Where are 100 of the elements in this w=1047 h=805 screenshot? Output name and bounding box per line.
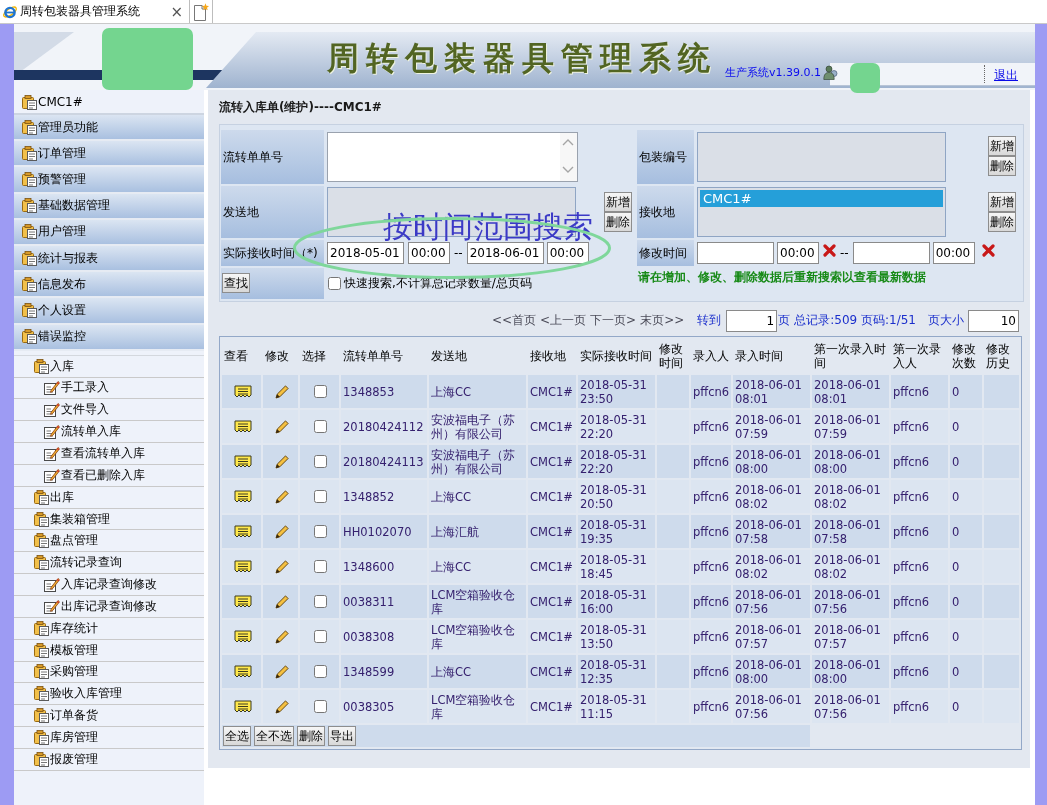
package-number-field[interactable] [697,132,946,182]
note-icon[interactable] [233,490,252,503]
menu-category[interactable]: 信息发布 [14,272,204,299]
time-input[interactable]: 00:00 [777,242,819,264]
menu-item[interactable]: 盘点管理 [14,530,204,553]
table-action-button[interactable]: 导出 [328,726,356,746]
note-icon[interactable] [233,560,252,573]
table-cell: 0 [950,515,982,548]
row-checkbox[interactable] [314,595,327,608]
logout-link[interactable]: 退出 [994,68,1018,82]
note-icon[interactable] [233,420,252,433]
menu-item[interactable]: 查看已删除入库 [14,464,204,487]
note-icon[interactable] [233,595,252,608]
pencil-icon[interactable] [274,454,289,469]
pagination-link[interactable]: 末页>> [640,312,685,329]
column-header: 实际接收时间 [579,348,653,365]
date-input[interactable]: 2018-05-01 [327,242,404,264]
menu-item[interactable]: 验收入库管理 [14,683,204,706]
row-checkbox[interactable] [314,420,327,433]
table-action-button[interactable]: 删除 [297,726,325,746]
table-cell: 上海CC [429,480,526,513]
menu-item[interactable]: 出库记录查询修改 [14,595,204,618]
pagination-link[interactable]: <<首页 [491,312,536,329]
date-input[interactable] [697,242,774,264]
add-button[interactable]: 新增 [988,192,1016,212]
menu-category[interactable]: 个人设置 [14,298,204,325]
menu-category[interactable]: 管理员功能 [14,115,204,142]
pencil-icon[interactable] [274,594,289,609]
menu-item[interactable]: 手工录入 [14,377,204,400]
pencil-icon[interactable] [274,664,289,679]
pagination-link[interactable]: <上一页 [540,312,587,329]
column-header: 录入时间 [734,348,784,365]
page-size-input[interactable]: 10 [968,309,1019,332]
menu-category[interactable]: 订单管理 [14,141,204,168]
clear-icon[interactable] [823,244,836,257]
table-cell: CMC1# [528,375,576,408]
date-input[interactable]: 2018-06-01 [466,242,544,264]
row-checkbox[interactable] [314,455,327,468]
time-input[interactable]: 00:00 [546,242,589,264]
menu-item[interactable]: 查看流转单入库 [14,443,204,465]
menu-item[interactable]: 订单备货 [14,705,204,728]
table-action-button[interactable]: 全选 [223,726,251,746]
menu-item[interactable]: 流转记录查询 [14,552,204,575]
pencil-icon[interactable] [274,699,289,714]
note-icon[interactable] [233,630,252,643]
delete-button[interactable]: 删除 [988,212,1016,232]
menu-item[interactable]: 流转单入库 [14,421,204,444]
pencil-icon[interactable] [274,489,289,504]
menu-item[interactable]: 出库 [14,486,204,509]
clear-icon[interactable] [981,244,995,257]
menu-item[interactable]: 库房管理 [14,727,204,749]
menu-item[interactable]: 集装箱管理 [14,508,204,531]
table-cell: pffcn6 [891,375,948,408]
menu-item[interactable]: 模板管理 [14,639,204,662]
row-checkbox[interactable] [314,630,327,643]
add-button[interactable]: 新增 [988,136,1016,156]
search-button[interactable]: 查找 [222,273,250,293]
menu-category[interactable]: 统计与报表 [14,245,204,273]
browser-tab[interactable]: 周转包装器具管理系统 × [0,0,190,23]
note-icon[interactable] [233,525,252,538]
add-button[interactable]: 新增 [604,192,632,212]
time-input[interactable]: 00:00 [932,242,975,264]
pencil-icon[interactable] [274,419,289,434]
menu-item[interactable]: 报废管理 [14,748,204,771]
date-input[interactable] [852,242,930,264]
row-checkbox[interactable] [314,490,327,503]
menu-category[interactable]: 用户管理 [14,219,204,246]
clipboard-icon [22,302,37,318]
pencil-icon[interactable] [274,524,289,539]
pencil-icon[interactable] [274,559,289,574]
menu-category[interactable]: 错误监控 [14,324,204,351]
menu-item[interactable]: 文件导入 [14,399,204,422]
delete-button[interactable]: 删除 [988,156,1016,176]
menu-category[interactable]: 基础数据管理 [14,193,204,220]
pagination-link[interactable]: 下一页> [590,312,637,329]
menu-item[interactable]: 入库 [14,355,204,378]
menu-item[interactable]: 入库记录查询修改 [14,574,204,596]
pencil-icon[interactable] [274,384,289,399]
row-checkbox[interactable] [314,700,327,713]
tab-close-button[interactable]: × [168,3,185,20]
menu-item[interactable]: 库存统计 [14,617,204,640]
time-input[interactable]: 00:00 [408,242,450,264]
table-action-button[interactable]: 全不选 [254,726,294,746]
row-checkbox[interactable] [314,525,327,538]
page-number-input[interactable]: 1 [726,309,778,332]
note-icon[interactable] [233,455,252,468]
note-icon[interactable] [233,385,252,398]
delete-button[interactable]: 删除 [604,212,632,232]
row-checkbox[interactable] [314,560,327,573]
pencil-icon[interactable] [274,629,289,644]
note-icon[interactable] [233,700,252,713]
table-cell: pffcn6 [691,550,731,583]
menu-item[interactable]: 采购管理 [14,661,204,684]
row-checkbox[interactable] [314,665,327,678]
quick-search-checkbox[interactable] [328,277,341,290]
menu-category[interactable]: 预警管理 [14,167,204,194]
note-icon[interactable] [233,665,252,678]
goto-link[interactable]: 转到 [697,312,722,329]
row-checkbox[interactable] [314,385,327,398]
new-tab-icon[interactable] [193,2,209,21]
